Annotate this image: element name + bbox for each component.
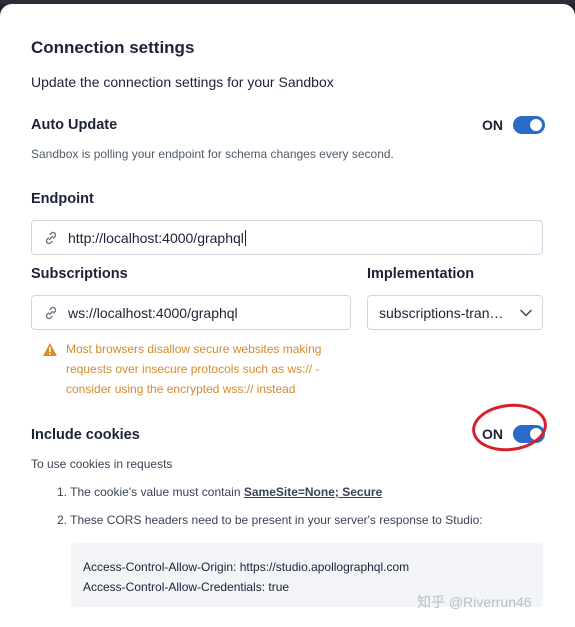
cookie-step-1-text: 1. The cookie's value must contain xyxy=(57,485,244,499)
dialog-title: Connection settings xyxy=(31,38,195,57)
subscriptions-input[interactable]: ws://localhost:4000/graphql xyxy=(31,295,351,330)
link-icon xyxy=(42,229,60,247)
include-cookies-heading: Include cookies xyxy=(31,427,140,443)
samesite-requirement: SameSite=None; Secure xyxy=(243,485,383,499)
auto-update-help: Sandbox is polling your endpoint for sch… xyxy=(31,147,394,161)
endpoint-heading: Endpoint xyxy=(31,191,94,207)
cookie-step-1: 1. The cookie's value must contain SameS… xyxy=(57,485,382,499)
cookie-step-2: 2. These CORS headers need to be present… xyxy=(57,513,483,527)
implementation-heading: Implementation xyxy=(367,266,475,282)
auto-update-toggle-label: ON xyxy=(482,117,503,133)
subscriptions-value: ws://localhost:4000/graphql xyxy=(68,304,238,321)
cors-origin-header: Access-Control-Allow-Origin: https://stu… xyxy=(83,560,410,574)
insecure-protocol-warning: Most browsers disallow secure websites m… xyxy=(42,339,342,399)
auto-update-toggle[interactable]: ON xyxy=(482,116,545,134)
endpoint-input[interactable]: http://localhost:4000/graphql xyxy=(31,220,543,255)
include-cookies-help: To use cookies in requests xyxy=(31,457,173,471)
link-icon xyxy=(42,304,60,322)
auto-update-switch[interactable] xyxy=(513,116,545,134)
dialog-subtitle: Update the connection settings for your … xyxy=(31,74,334,90)
watermark: 知乎 @Riverrun46 xyxy=(417,594,532,610)
warning-icon xyxy=(42,339,58,399)
chevron-down-icon xyxy=(520,309,532,317)
implementation-select[interactable]: subscriptions-tran… xyxy=(367,295,543,330)
text-cursor xyxy=(244,229,246,246)
subscriptions-heading: Subscriptions xyxy=(31,266,128,282)
connection-settings-dialog: Connection settings Update the connectio… xyxy=(0,4,575,627)
auto-update-heading: Auto Update xyxy=(31,117,118,133)
warning-text: Most browsers disallow secure websites m… xyxy=(66,342,322,396)
annotation-circle xyxy=(469,400,550,455)
endpoint-value: http://localhost:4000/graphql xyxy=(68,229,244,246)
implementation-selected-value: subscriptions-tran… xyxy=(379,304,504,321)
